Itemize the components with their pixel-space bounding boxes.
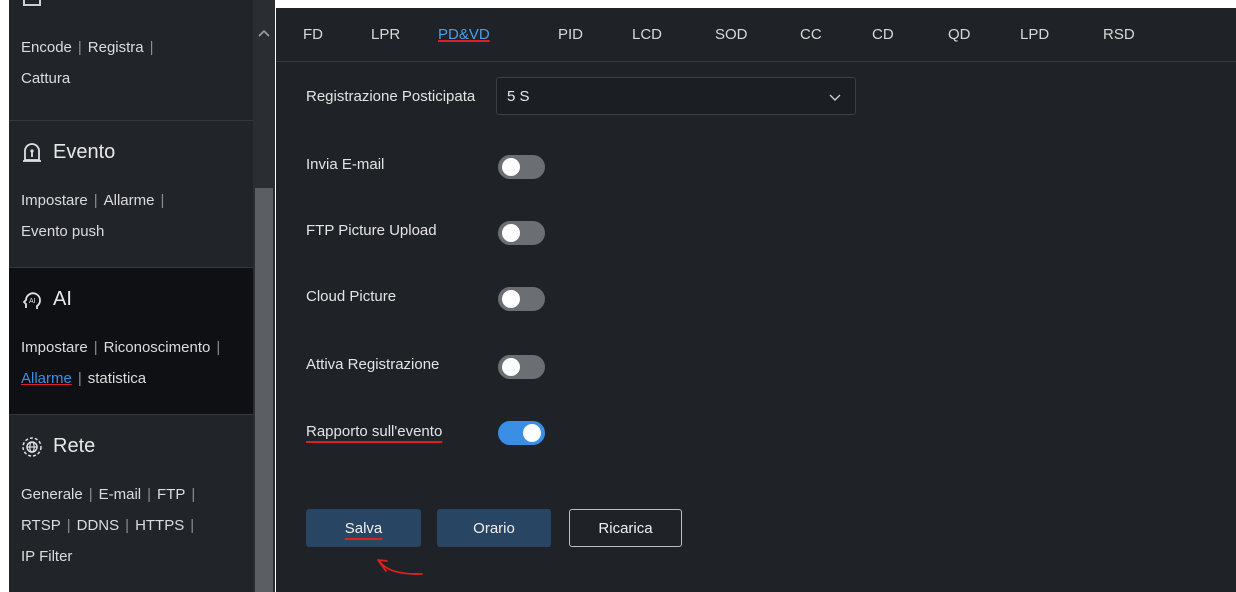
separator: | bbox=[88, 486, 93, 503]
toggle-knob bbox=[502, 358, 520, 376]
toggle-ftp[interactable] bbox=[498, 221, 545, 245]
sidebar-link-allarme[interactable]: Allarme bbox=[104, 192, 155, 209]
separator: | bbox=[147, 486, 152, 503]
tab-lcd[interactable]: LCD bbox=[632, 26, 662, 43]
sidebar-link-email[interactable]: E-mail bbox=[99, 486, 142, 503]
app-frame: Encode | Registra | Cattura Evento Impostar… bbox=[0, 0, 1236, 592]
sidebar-header-rete[interactable]: Rete bbox=[21, 435, 95, 458]
sidebar-header-evento[interactable]: Evento bbox=[21, 141, 115, 164]
tab-fd[interactable]: FD bbox=[303, 26, 323, 43]
alarm-icon bbox=[23, 142, 41, 162]
separator: | bbox=[190, 517, 195, 534]
sidebar-scrollbar[interactable] bbox=[253, 0, 275, 592]
sidebar-section-rete: Rete Generale | E-mail | FTP | RTSP | DDNS | HTTP… bbox=[9, 415, 253, 592]
separator: | bbox=[160, 192, 165, 209]
toggle-knob bbox=[502, 224, 520, 242]
sidebar-header-ai[interactable]: AI AI bbox=[21, 288, 72, 311]
separator: | bbox=[77, 370, 82, 387]
sidebar-link-ftp[interactable]: FTP bbox=[157, 486, 185, 503]
reload-button-label: Ricarica bbox=[598, 519, 653, 537]
sidebar-link-https[interactable]: HTTPS bbox=[135, 517, 184, 534]
tab-lpr[interactable]: LPR bbox=[371, 26, 400, 43]
tab-sod[interactable]: SOD bbox=[715, 26, 748, 43]
toggle-cloud[interactable] bbox=[498, 287, 545, 311]
separator: | bbox=[93, 339, 98, 356]
schedule-button[interactable]: Orario bbox=[437, 509, 551, 547]
sidebar-section-ai: AI AI Impostare | Riconoscimento | Allarme |… bbox=[9, 268, 253, 415]
sidebar-title-rete: Rete bbox=[53, 435, 96, 457]
separator: | bbox=[66, 517, 71, 534]
sidebar-link-generale[interactable]: Generale bbox=[21, 486, 83, 503]
sidebar: Encode | Registra | Cattura Evento Impostar… bbox=[9, 0, 253, 592]
sidebar-link-statistica[interactable]: statistica bbox=[88, 370, 146, 387]
row-label-recording: Attiva Registrazione bbox=[306, 356, 440, 373]
delay-select[interactable]: 5 S bbox=[496, 77, 856, 115]
sidebar-link-impostare[interactable]: Impostare bbox=[21, 192, 88, 209]
toggle-knob bbox=[502, 158, 520, 176]
ai-links: Impostare | Riconoscimento | Allarme | statis… bbox=[21, 332, 226, 394]
toggle-recording[interactable] bbox=[498, 355, 545, 379]
separator: | bbox=[93, 192, 98, 209]
main-panel: FD LPR PD&VD PID LCD SOD CC CD QD LPD RS… bbox=[276, 0, 1236, 592]
sidebar-link-riconoscimento[interactable]: Riconoscimento bbox=[104, 339, 211, 356]
reload-button[interactable]: Ricarica bbox=[569, 509, 682, 547]
sidebar-link-rtsp[interactable]: RTSP bbox=[21, 517, 61, 534]
evento-links: Impostare | Allarme | Evento push bbox=[21, 185, 170, 247]
tab-lpd[interactable]: LPD bbox=[1020, 26, 1049, 43]
row-label-email: Invia E-mail bbox=[306, 156, 385, 173]
separator: | bbox=[149, 39, 154, 56]
separator: | bbox=[216, 339, 221, 356]
separator: | bbox=[125, 517, 130, 534]
sidebar-link-evento-push[interactable]: Evento push bbox=[21, 223, 104, 240]
toggle-knob bbox=[502, 290, 520, 308]
tab-rsd[interactable]: RSD bbox=[1103, 26, 1135, 43]
sidebar-link-cattura[interactable]: Cattura bbox=[21, 70, 70, 87]
sidebar-link-registra[interactable]: Registra bbox=[88, 39, 144, 56]
toggle-email[interactable] bbox=[498, 155, 545, 179]
tab-cd[interactable]: CD bbox=[872, 26, 894, 43]
sidebar-section-record: Encode | Registra | Cattura bbox=[9, 0, 253, 121]
tab-pid[interactable]: PID bbox=[558, 26, 583, 43]
tab-cc[interactable]: CC bbox=[800, 26, 822, 43]
schedule-button-label: Orario bbox=[473, 519, 515, 537]
scrollbar-thumb[interactable] bbox=[255, 188, 273, 592]
sidebar-link-allarme-active[interactable]: Allarme bbox=[21, 370, 72, 387]
sidebar-link-encode[interactable]: Encode bbox=[21, 39, 72, 56]
svg-text:AI: AI bbox=[29, 298, 36, 305]
sidebar-title-evento: Evento bbox=[53, 141, 116, 163]
tab-bar: FD LPR PD&VD PID LCD SOD CC CD QD LPD RS… bbox=[276, 8, 1236, 62]
network-globe-icon bbox=[22, 436, 42, 457]
sidebar-link-ip-filter[interactable]: IP Filter bbox=[21, 548, 72, 565]
sidebar-section-evento: Evento Impostare | Allarme | Evento push bbox=[9, 121, 253, 268]
row-label-cloud: Cloud Picture bbox=[306, 288, 397, 305]
sidebar-title-ai: AI bbox=[53, 288, 72, 310]
chevron-up-icon[interactable] bbox=[257, 26, 271, 40]
save-button[interactable]: Salva bbox=[306, 509, 421, 547]
row-label-ftp: FTP Picture Upload bbox=[306, 222, 437, 239]
sidebar-link-ddns[interactable]: DDNS bbox=[77, 517, 120, 534]
rete-links: Generale | E-mail | FTP | RTSP | DDNS | HTTPS | IP… bbox=[21, 479, 201, 572]
toggle-event-report[interactable] bbox=[498, 421, 545, 445]
tab-pdvd[interactable]: PD&VD bbox=[438, 26, 490, 43]
sidebar-link-impostare[interactable]: Impostare bbox=[21, 339, 88, 356]
separator: | bbox=[77, 39, 82, 56]
top-border bbox=[276, 0, 1236, 8]
save-button-label: Salva bbox=[344, 519, 383, 537]
record-links: Encode | Registra | Cattura bbox=[21, 32, 160, 94]
ai-head-icon: AI bbox=[22, 291, 41, 309]
chevron-down-icon bbox=[829, 94, 841, 101]
toggle-knob bbox=[523, 424, 541, 442]
tab-qd[interactable]: QD bbox=[948, 26, 971, 43]
record-icon bbox=[23, 0, 41, 6]
delay-select-value: 5 S bbox=[507, 88, 530, 105]
separator: | bbox=[191, 486, 196, 503]
annotation-arrow bbox=[377, 559, 423, 575]
row-label-event-report: Rapporto sull'evento bbox=[306, 423, 443, 440]
delay-label: Registrazione Posticipata bbox=[306, 88, 476, 105]
